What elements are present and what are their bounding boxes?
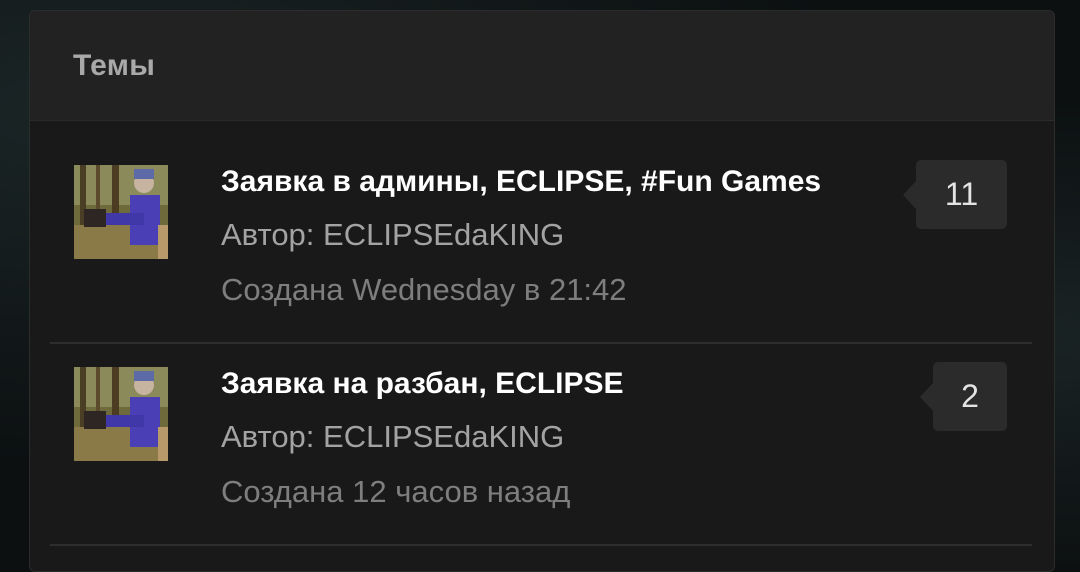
topic-title-link[interactable]: Заявка в админы, ECLIPSE, #Fun Games (221, 164, 821, 200)
topic-created-date: Создана Wednesday в 21:42 (221, 272, 627, 307)
topic-info: Заявка на разбан, ECLIPSE Автор: ECLIPSE… (221, 366, 624, 512)
reply-count-badge: 11 (903, 160, 1007, 229)
topic-item[interactable]: Заявка на разбан, ECLIPSE Автор: ECLIPSE… (50, 342, 1032, 546)
avatar[interactable] (74, 367, 168, 461)
topic-created-date: Создана 12 часов назад (221, 474, 571, 509)
avatar[interactable] (74, 165, 168, 259)
panel-header: Темы (30, 11, 1054, 121)
reply-count-badge: 2 (920, 362, 1007, 431)
topics-panel: Темы Заявка в админы, ECLIPSE, #Fun Game… (29, 10, 1055, 572)
topic-author: Автор: ECLIPSEdaKING (221, 419, 565, 454)
panel-title: Темы (73, 48, 156, 82)
topic-author: Автор: ECLIPSEdaKING (221, 217, 565, 252)
topic-title-link[interactable]: Заявка на разбан, ECLIPSE (221, 366, 624, 402)
topic-info: Заявка в админы, ECLIPSE, #Fun Games Авт… (221, 164, 821, 310)
topic-item[interactable]: Заявка в админы, ECLIPSE, #Fun Games Авт… (50, 140, 1032, 344)
